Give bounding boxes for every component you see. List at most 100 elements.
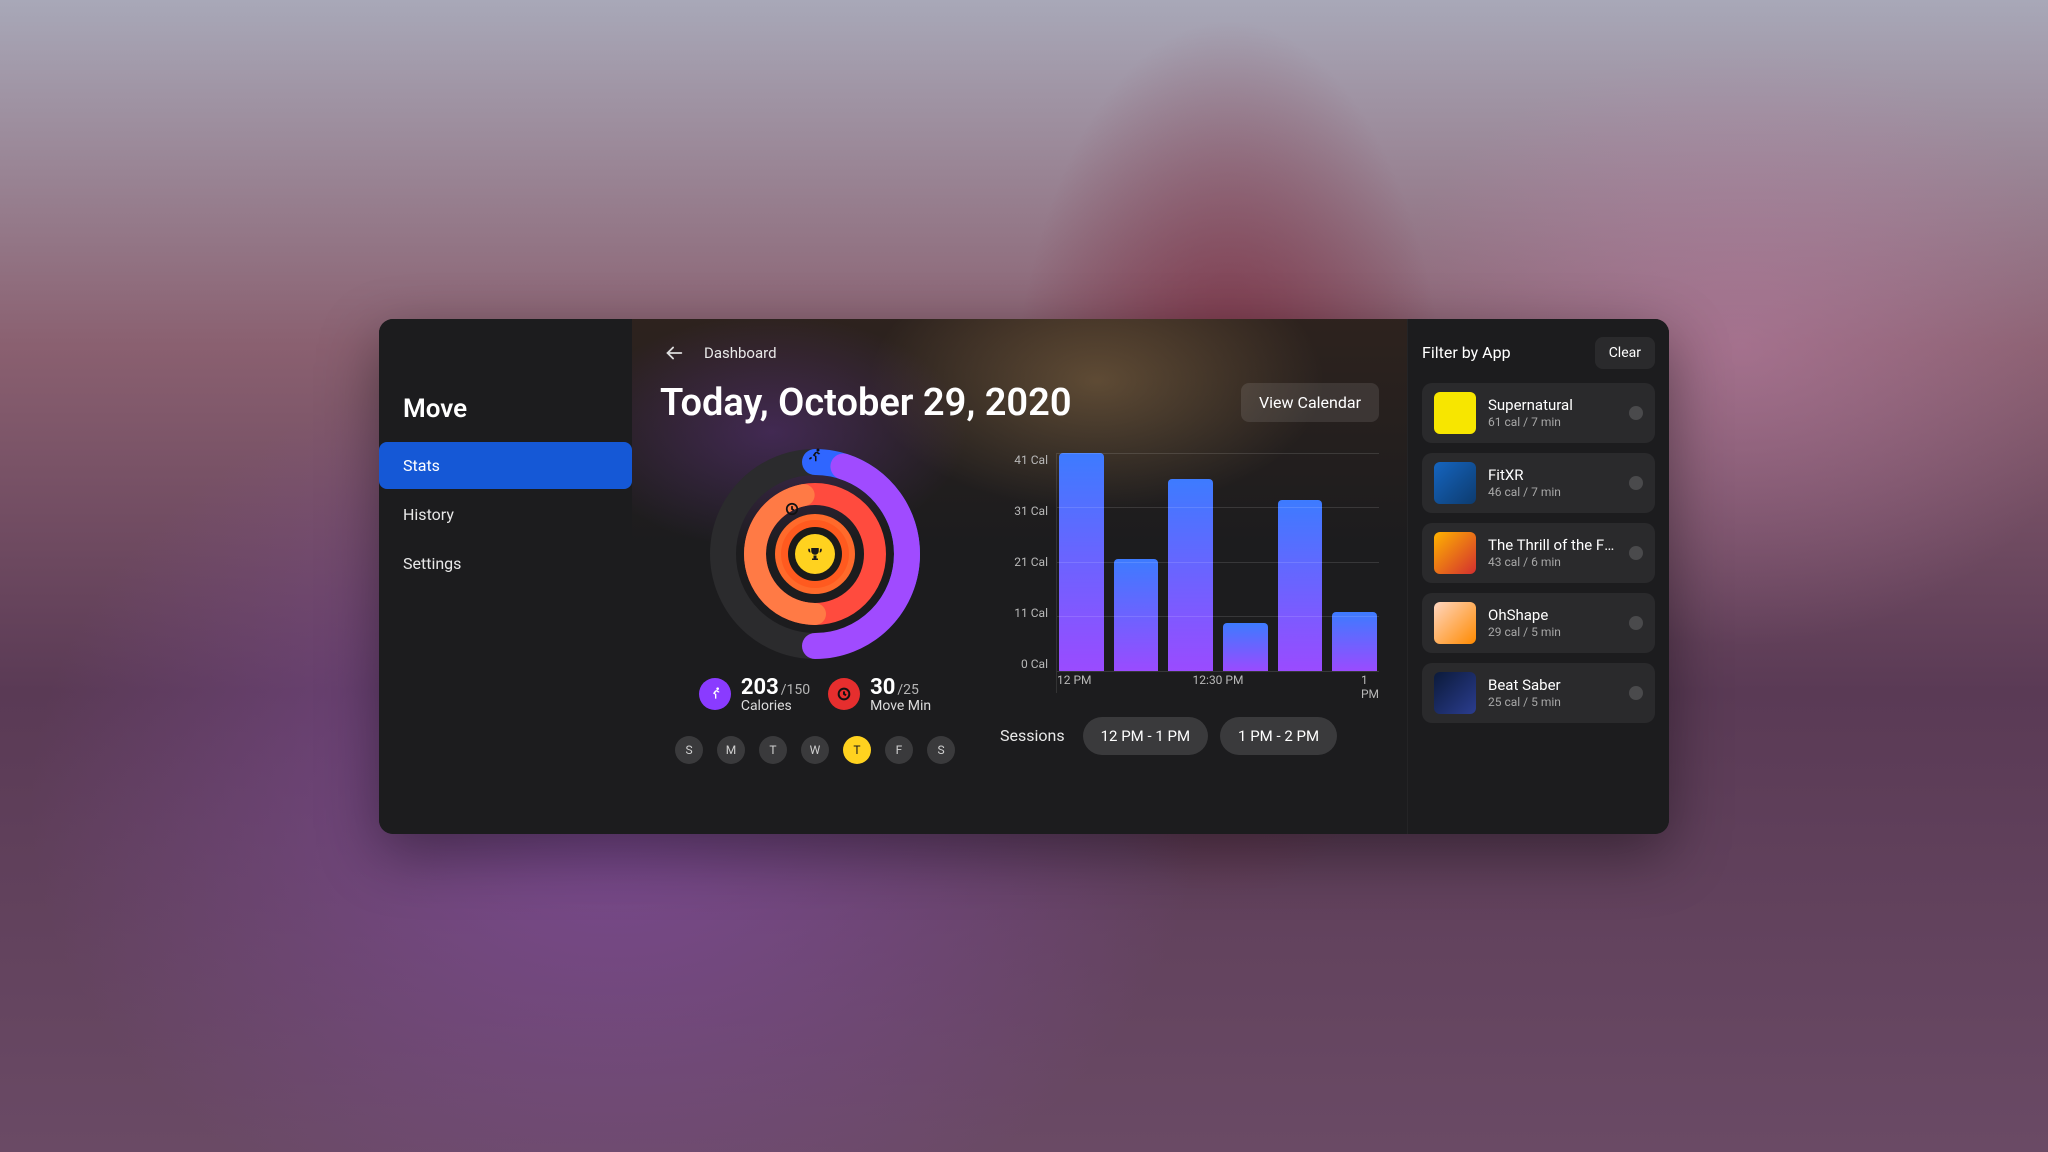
calories-stat: 203/150 Calories (699, 675, 810, 714)
app-sub: 43 cal / 6 min (1488, 555, 1617, 569)
filter-header: Filter by App Clear (1422, 337, 1655, 369)
radio-icon[interactable] (1629, 686, 1643, 700)
bar-chart: 12 PM12:30 PM1 PM (1056, 453, 1379, 693)
grid-line (1057, 562, 1379, 563)
breadcrumb: Dashboard (704, 344, 777, 362)
movemin-stat: 30/25 Move Min (828, 675, 931, 714)
radio-icon[interactable] (1629, 546, 1643, 560)
calories-goal: /150 (781, 682, 810, 698)
app-info: Supernatural61 cal / 7 min (1488, 396, 1617, 429)
body-row: 203/150 Calories 30/25 Move Min (660, 449, 1379, 764)
y-tick: 21 Cal (1014, 555, 1048, 569)
app-sub: 61 cal / 7 min (1488, 415, 1617, 429)
chart-area: 41 Cal 31 Cal 21 Cal 11 Cal 0 Cal 12 PM 12:30… (1000, 453, 1379, 693)
day-0[interactable]: S (675, 736, 703, 764)
x-tick: 12 PM (1057, 673, 1092, 687)
app-thumbnail (1434, 532, 1476, 574)
app-list: Supernatural61 cal / 7 min FitXR46 cal / … (1422, 383, 1655, 723)
app-name: Beat Saber (1488, 676, 1617, 694)
filter-title: Filter by App (1422, 343, 1511, 362)
trophy-badge (795, 534, 835, 574)
day-1[interactable]: M (717, 736, 745, 764)
y-tick: 0 Cal (1021, 657, 1048, 671)
nav-item-history[interactable]: History (379, 491, 632, 538)
x-tick: 12:30 PM (1193, 673, 1244, 687)
day-2[interactable]: T (759, 736, 787, 764)
radio-icon[interactable] (1629, 406, 1643, 420)
sessions-row: Sessions 12 PM - 1 PM 1 PM - 2 PM (1000, 717, 1379, 755)
app-info: Beat Saber25 cal / 5 min (1488, 676, 1617, 709)
app-filter-item[interactable]: OhShape29 cal / 5 min (1422, 593, 1655, 653)
calories-value: 203 (741, 675, 779, 700)
movemin-label: Move Min (870, 698, 931, 714)
grid-line (1057, 616, 1379, 617)
date-row: Today, October 29, 2020 View Calendar (660, 381, 1379, 425)
app-sub: 46 cal / 7 min (1488, 485, 1617, 499)
day-5[interactable]: F (885, 736, 913, 764)
app-thumbnail (1434, 672, 1476, 714)
app-filter-item[interactable]: The Thrill of the Fi...43 cal / 6 min (1422, 523, 1655, 583)
app-filter-item[interactable]: FitXR46 cal / 7 min (1422, 453, 1655, 513)
sessions-label: Sessions (1000, 726, 1065, 745)
y-tick: 41 Cal (1014, 453, 1048, 467)
activity-rings (710, 449, 920, 659)
week-row: SMTWTFS (675, 736, 955, 764)
grid-line (1057, 507, 1379, 508)
radio-icon[interactable] (1629, 616, 1643, 630)
app-panel: Move StatsHistorySettings Dashboard Toda… (379, 319, 1669, 834)
session-pills: 12 PM - 1 PM 1 PM - 2 PM (1083, 717, 1337, 755)
clock-icon (785, 501, 799, 520)
stats-row: 203/150 Calories 30/25 Move Min (699, 675, 931, 714)
day-6[interactable]: S (927, 736, 955, 764)
back-icon (663, 342, 685, 364)
view-calendar-button[interactable]: View Calendar (1241, 383, 1379, 422)
rings-column: 203/150 Calories 30/25 Move Min (660, 449, 970, 764)
radio-icon[interactable] (1629, 476, 1643, 490)
app-name: FitXR (1488, 466, 1617, 484)
app-name: OhShape (1488, 606, 1617, 624)
movemin-value: 30 (870, 675, 895, 700)
nav-list: StatsHistorySettings (379, 442, 632, 587)
grid-line (1057, 453, 1379, 454)
calories-label: Calories (741, 698, 810, 714)
main-header: Dashboard (660, 339, 1379, 367)
back-button[interactable] (660, 339, 688, 367)
app-thumbnail (1434, 602, 1476, 644)
x-axis: 12 PM12:30 PM1 PM (1057, 673, 1379, 693)
day-3[interactable]: W (801, 736, 829, 764)
movemin-goal: /25 (897, 682, 919, 698)
session-pill[interactable]: 12 PM - 1 PM (1083, 717, 1208, 755)
app-name: Supernatural (1488, 396, 1617, 414)
nav-item-stats[interactable]: Stats (379, 442, 632, 489)
trophy-icon (806, 545, 824, 563)
chart-bar (1278, 500, 1323, 670)
y-tick: 31 Cal (1014, 504, 1048, 518)
grid-line (1057, 671, 1379, 672)
main-content: Dashboard Today, October 29, 2020 View C… (632, 319, 1407, 834)
app-name: The Thrill of the Fi... (1488, 536, 1617, 554)
sidebar: Move StatsHistorySettings (379, 319, 632, 834)
app-info: OhShape29 cal / 5 min (1488, 606, 1617, 639)
runner-icon (806, 447, 824, 469)
app-sub: 29 cal / 5 min (1488, 625, 1617, 639)
app-info: The Thrill of the Fi...43 cal / 6 min (1488, 536, 1617, 569)
app-title: Move (379, 394, 632, 442)
date-title: Today, October 29, 2020 (660, 381, 1072, 425)
runner-icon (699, 678, 731, 710)
chart-bar (1223, 623, 1268, 671)
app-sub: 25 cal / 5 min (1488, 695, 1617, 709)
nav-item-settings[interactable]: Settings (379, 540, 632, 587)
session-pill[interactable]: 1 PM - 2 PM (1220, 717, 1337, 755)
y-tick: 11 Cal (1014, 606, 1048, 620)
clear-button[interactable]: Clear (1595, 337, 1655, 369)
y-axis: 41 Cal 31 Cal 21 Cal 11 Cal 0 Cal (1000, 453, 1056, 693)
app-filter-item[interactable]: Beat Saber25 cal / 5 min (1422, 663, 1655, 723)
chart-bar (1332, 612, 1377, 670)
clock-icon (828, 678, 860, 710)
day-4[interactable]: T (843, 736, 871, 764)
app-filter-item[interactable]: Supernatural61 cal / 7 min (1422, 383, 1655, 443)
filter-panel: Filter by App Clear Supernatural61 cal /… (1407, 319, 1669, 834)
app-thumbnail (1434, 392, 1476, 434)
app-info: FitXR46 cal / 7 min (1488, 466, 1617, 499)
chart-bar (1114, 559, 1159, 671)
